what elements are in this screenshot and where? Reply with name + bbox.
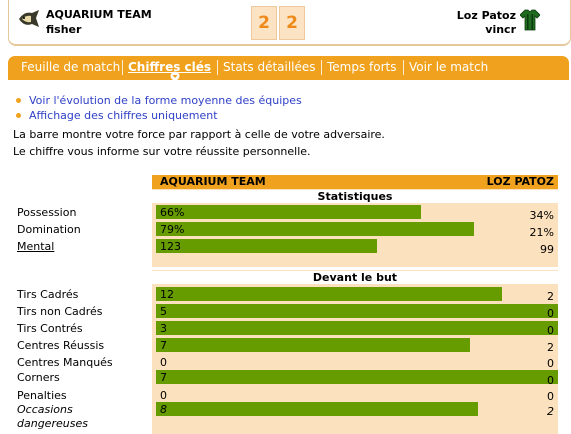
- away-value-tirs-cadres: 2: [547, 290, 554, 303]
- tab-temps-forts[interactable]: Temps forts: [327, 60, 397, 74]
- section-title-devant-le-but: Devant le but: [152, 271, 558, 284]
- section-title-statistiques: Statistiques: [152, 190, 558, 203]
- away-value-tirs-contres: 0: [547, 324, 554, 337]
- tab-separator: [217, 60, 218, 75]
- home-value-occasions-dangereuses: 8: [160, 403, 167, 416]
- tab-separator: [403, 60, 404, 75]
- bar-occasions-dangereuses: [156, 402, 478, 416]
- numbers-only-link[interactable]: Affichage des chiffres uniquement: [29, 109, 218, 122]
- row-label-penalties: Penalties: [17, 389, 67, 402]
- home-value-tirs-contres: 3: [160, 322, 167, 335]
- bullet-icon: [16, 113, 21, 118]
- row-label-possession: Possession: [17, 206, 77, 219]
- away-value-centres-reussis: 2: [547, 341, 554, 354]
- tab-stats-detaillees[interactable]: Stats détaillées: [223, 60, 316, 74]
- away-value-mental: 99: [540, 243, 554, 256]
- away-value-possession: 34%: [529, 209, 554, 222]
- tab-feuille-de-match[interactable]: Feuille de match: [21, 60, 120, 74]
- bullet-icon: [16, 98, 21, 103]
- row-label-tirs-non-cadres: Tirs non Cadrés: [17, 305, 103, 318]
- away-value-occasions-dangereuses: 2: [547, 405, 554, 418]
- row-label-corners: Corners: [17, 371, 60, 384]
- home-value-centres-reussis: 7: [160, 339, 167, 352]
- row-label-centres-reussis: Centres Réussis: [17, 339, 105, 352]
- away-value-centres-manques: 0: [547, 357, 554, 370]
- bar-tirs-contres: [156, 321, 558, 335]
- row-label-mental[interactable]: Mental: [17, 240, 54, 253]
- home-value-tirs-cadres: 12: [160, 288, 174, 301]
- fish-shield-icon: [19, 10, 39, 27]
- bar-tirs-cadres: [156, 287, 502, 301]
- evolution-link[interactable]: Voir l'évolution de la forme moyenne des…: [29, 94, 302, 107]
- bar-corners: [156, 370, 558, 384]
- home-value-mental: 123: [160, 240, 181, 253]
- bar-tirs-non-cadres: [156, 304, 558, 318]
- row-label-tirs-contres: Tirs Contrés: [17, 322, 83, 335]
- home-team-name[interactable]: AQUARIUM TEAM: [46, 8, 152, 21]
- away-team-name[interactable]: Loz Patoz: [457, 9, 516, 22]
- away-team-header: LOZ PATOZ: [355, 175, 558, 189]
- away-value-corners: 0: [547, 374, 554, 387]
- bar-mental: [156, 239, 377, 253]
- info-text: Le chiffre vous informe sur votre réussi…: [13, 145, 311, 158]
- tab-separator: [321, 60, 322, 75]
- home-value-penalties: 0: [160, 389, 167, 402]
- match-header: AQUARIUM TEAM fisher 2 2 Loz Patoz vincr: [8, 0, 571, 46]
- home-team-header: AQUARIUM TEAM: [152, 175, 355, 189]
- active-tab-arrow-icon: [170, 71, 180, 81]
- tab-separator: [122, 60, 123, 75]
- row-label-domination: Domination: [17, 223, 81, 236]
- bar-domination: [156, 222, 474, 236]
- away-value-domination: 21%: [529, 226, 554, 239]
- bar-possession: [156, 205, 421, 219]
- home-value-centres-manques: 0: [160, 356, 167, 369]
- home-user-name[interactable]: fisher: [46, 23, 81, 36]
- bar-centres-reussis: [156, 338, 470, 352]
- home-value-corners: 7: [160, 371, 167, 384]
- away-score: 2: [279, 6, 305, 40]
- row-label-centres-manques: Centres Manqués: [17, 356, 113, 369]
- home-value-tirs-non-cadres: 5: [160, 305, 167, 318]
- home-score: 2: [251, 6, 277, 40]
- home-value-domination: 79%: [160, 223, 185, 236]
- away-value-penalties: 0: [547, 390, 554, 403]
- tab-bar: Feuille de match Chiffres clés Stats dét…: [8, 56, 569, 81]
- away-user-name[interactable]: vincr: [485, 23, 516, 36]
- info-text: La barre montre votre force par rapport …: [13, 128, 385, 141]
- home-value-possession: 66%: [160, 206, 185, 219]
- row-label-occasions-dangereuses: Occasions dangereuses: [17, 403, 88, 430]
- tab-voir-le-match[interactable]: Voir le match: [409, 60, 488, 74]
- green-striped-shirt-icon: [520, 9, 540, 31]
- row-label-tirs-cadres: Tirs Cadrés: [17, 288, 79, 301]
- away-value-tirs-non-cadres: 0: [547, 307, 554, 320]
